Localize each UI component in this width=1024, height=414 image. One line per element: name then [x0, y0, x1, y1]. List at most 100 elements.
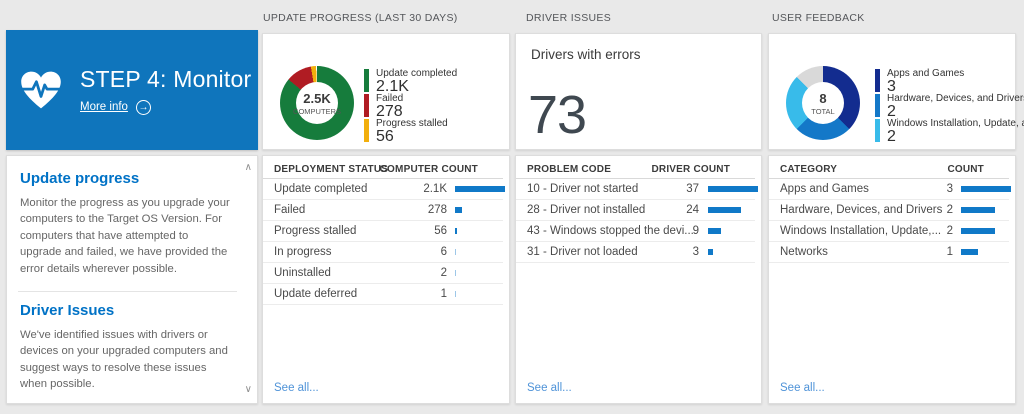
- row-value: 2: [947, 204, 953, 216]
- donut-hole: 2.5K COMPUTERS: [296, 82, 338, 124]
- donut-center-label: COMPUTERS: [293, 107, 341, 116]
- user-feedback-donut[interactable]: 8 TOTAL: [786, 66, 860, 140]
- row-label: 28 - Driver not installed: [527, 204, 645, 216]
- section-heading: Driver Issues: [20, 302, 231, 319]
- legend-entry: Apps and Games3: [875, 69, 1024, 94]
- row-label: Progress stalled: [274, 225, 356, 237]
- legend-label: Windows Installation, Update, and...: [887, 119, 1024, 129]
- row-value-bar: [455, 228, 457, 234]
- legend-entry: Hardware, Devices, and Drivers2: [875, 94, 1024, 119]
- column-header: DRIVER COUNT: [651, 164, 730, 175]
- row-label: 10 - Driver not started: [527, 183, 638, 195]
- row-value: 2: [441, 267, 447, 279]
- step-title: STEP 4: Monitor: [80, 66, 251, 93]
- row-value: 278: [428, 204, 447, 216]
- panel-header-update-progress: UPDATE PROGRESS (LAST 30 DAYS): [263, 12, 458, 24]
- legend-value: 56: [376, 129, 448, 144]
- row-value-bar: [455, 207, 462, 213]
- update-progress-donut[interactable]: 2.5K COMPUTERS: [280, 66, 354, 140]
- row-value: 24: [686, 204, 699, 216]
- column-header: DEPLOYMENT STATUS: [274, 164, 388, 175]
- step-tile[interactable]: STEP 4: Monitor More info →: [6, 30, 258, 150]
- row-value-bar: [455, 249, 456, 255]
- table-body: 10 - Driver not started3728 - Driver not…: [516, 179, 761, 263]
- column-header: PROBLEM CODE: [527, 164, 611, 175]
- column-header: COUNT: [947, 164, 984, 175]
- table-row[interactable]: Progress stalled56: [263, 221, 503, 242]
- legend-color-bar: [875, 69, 880, 92]
- row-value: 1: [947, 246, 953, 258]
- more-info-link[interactable]: More info: [80, 101, 128, 113]
- stat-value: 73: [528, 88, 761, 142]
- table-row[interactable]: Hardware, Devices, and Drivers 2: [769, 200, 1009, 221]
- row-value-bar: [455, 186, 505, 192]
- table-row[interactable]: Networks 1: [769, 242, 1009, 263]
- row-value-bar: [961, 186, 1011, 192]
- arrow-right-icon[interactable]: →: [136, 100, 151, 115]
- dashboard-page: STEP 4: Monitor More info → Update progr…: [0, 0, 1024, 414]
- donut-legend: Apps and Games3Hardware, Devices, and Dr…: [875, 69, 1024, 144]
- legend-entry: Windows Installation, Update, and...2: [875, 119, 1024, 144]
- table-row[interactable]: Update completed 2.1K: [263, 179, 503, 200]
- user-feedback-chart-card: 8 TOTAL Apps and Games3Hardware, Devices…: [768, 33, 1016, 150]
- heartbeat-icon: [18, 68, 64, 112]
- see-all-link[interactable]: See all...: [274, 382, 319, 394]
- row-label: 31 - Driver not loaded: [527, 246, 638, 258]
- row-value-bar: [961, 228, 995, 234]
- divider: [18, 291, 237, 292]
- table-row[interactable]: Uninstalled 2: [263, 263, 503, 284]
- table-body: Apps and Games3Hardware, Devices, and Dr…: [769, 179, 1015, 263]
- row-value-bar: [708, 249, 713, 255]
- panel-header-user-feedback: USER FEEDBACK: [772, 12, 865, 24]
- row-value: 2: [947, 225, 953, 237]
- legend-color-bar: [364, 94, 369, 117]
- row-value-bar: [708, 186, 758, 192]
- table-row[interactable]: In progress6: [263, 242, 503, 263]
- row-label: Failed: [274, 204, 305, 216]
- table-header-row: DEPLOYMENT STATUS COMPUTER COUNT: [263, 156, 503, 179]
- table-header-row: CATEGORY COUNT: [769, 156, 1009, 179]
- legend-value: 2: [887, 129, 1024, 144]
- legend-label: Apps and Games: [887, 69, 964, 79]
- row-value-bar: [708, 207, 741, 213]
- scroll-up-icon[interactable]: ∧: [245, 163, 252, 173]
- table-row[interactable]: Failed 278: [263, 200, 503, 221]
- row-label: In progress: [274, 246, 332, 258]
- legend-entry: Update completed2.1K: [364, 69, 457, 94]
- legend-value: 2.1K: [376, 79, 457, 94]
- table-row[interactable]: 43 - Windows stopped the devi...9: [516, 221, 755, 242]
- row-value: 1: [441, 288, 447, 300]
- legend-value: 278: [376, 104, 403, 119]
- row-label: Update completed: [274, 183, 367, 195]
- legend-label: Hardware, Devices, and Drivers: [887, 94, 1024, 104]
- table-row[interactable]: Apps and Games3: [769, 179, 1009, 200]
- table-row[interactable]: Windows Installation, Update,... 2: [769, 221, 1009, 242]
- legend-value: 3: [887, 79, 964, 94]
- table-row[interactable]: 10 - Driver not started37: [516, 179, 755, 200]
- stat-label: Drivers with errors: [516, 34, 761, 62]
- panel-header-driver-issues: DRIVER ISSUES: [526, 12, 611, 24]
- see-all-link[interactable]: See all...: [780, 382, 825, 394]
- legend-color-bar: [875, 94, 880, 117]
- legend-color-bar: [364, 119, 369, 142]
- donut-center-label: TOTAL: [811, 107, 834, 116]
- see-all-link[interactable]: See all...: [527, 382, 572, 394]
- row-label: Update deferred: [274, 288, 357, 300]
- donut-center-value: 8: [819, 91, 826, 106]
- donut-hole: 8 TOTAL: [802, 82, 844, 124]
- table-row[interactable]: Update deferred 1: [263, 284, 503, 305]
- update-progress-chart-card: 2.5K COMPUTERS Update completed2.1KFaile…: [262, 33, 510, 150]
- row-label: Hardware, Devices, and Drivers: [780, 204, 942, 216]
- table-row[interactable]: 31 - Driver not loaded3: [516, 242, 755, 263]
- legend-color-bar: [875, 119, 880, 142]
- table-row[interactable]: 28 - Driver not installed 24: [516, 200, 755, 221]
- driver-issues-stat-card: Drivers with errors 73: [515, 33, 762, 150]
- row-label: Windows Installation, Update,...: [780, 225, 941, 237]
- row-value: 2.1K: [423, 183, 447, 195]
- row-label: Networks: [780, 246, 828, 258]
- legend-entry: Failed278: [364, 94, 457, 119]
- row-label: Uninstalled: [274, 267, 331, 279]
- section-body: Monitor the progress as you upgrade your…: [20, 195, 231, 277]
- row-value: 3: [947, 183, 953, 195]
- scroll-down-icon[interactable]: ∨: [245, 385, 252, 395]
